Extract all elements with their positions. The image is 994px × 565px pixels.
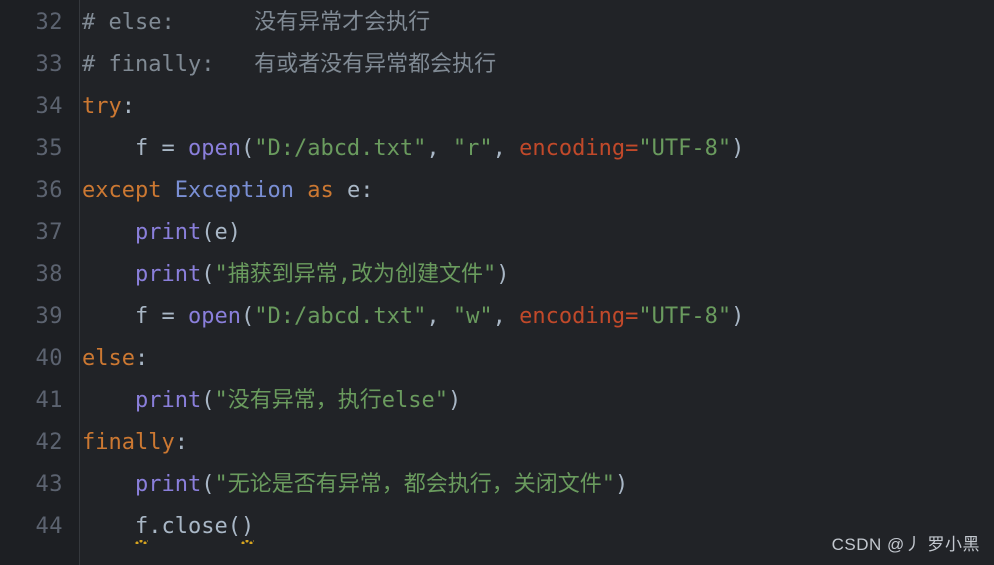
line-number[interactable]: 39: [0, 296, 80, 338]
paren-open: (: [201, 388, 215, 413]
builtin-print: print: [134, 262, 202, 287]
method-close: close: [161, 514, 228, 539]
code-line-43[interactable]: print("无论是否有异常，都会执行，关闭文件"): [82, 464, 994, 506]
string-encoding: "UTF-8": [638, 304, 732, 329]
line-number[interactable]: 42: [0, 422, 80, 464]
builtin-print: print: [134, 388, 202, 413]
variable-f: f: [134, 136, 149, 161]
colon-punct: :: [121, 94, 135, 119]
paren-close: ): [227, 220, 241, 245]
keyword-as: as: [307, 178, 334, 203]
string-mode: "r": [452, 136, 493, 161]
line-number-gutter[interactable]: 32 33 34 35 36 37 38 39 40 41 42 43 44: [0, 0, 80, 565]
paren-open: (: [201, 472, 215, 497]
line-number[interactable]: 41: [0, 380, 80, 422]
paren-open: (: [201, 262, 215, 287]
string-path: "D:/abcd.txt": [254, 136, 427, 161]
code-line-36[interactable]: except Exception as e:: [82, 170, 994, 212]
paren-close: ): [447, 388, 462, 413]
code-line-35[interactable]: f = open("D:/abcd.txt", "r", encoding="U…: [82, 128, 994, 170]
line-number[interactable]: 33: [0, 44, 80, 86]
line-number[interactable]: 35: [0, 128, 80, 170]
builtin-open: open: [187, 136, 241, 161]
paren-open: (: [240, 304, 255, 329]
paren-close: ): [731, 136, 745, 161]
paren-open: (: [227, 514, 241, 539]
code-line-32[interactable]: # else: 没有异常才会执行: [82, 2, 994, 44]
comma-punct: ,: [426, 136, 453, 161]
string-literal: "没有异常，执行else": [214, 388, 448, 413]
line-number[interactable]: 40: [0, 338, 80, 380]
paren-open: (: [201, 220, 215, 245]
class-exception: Exception: [174, 178, 294, 203]
string-path: "D:/abcd.txt": [254, 304, 427, 329]
line-number[interactable]: 34: [0, 86, 80, 128]
paren-close: ): [731, 304, 745, 329]
named-argument-encoding: encoding: [519, 304, 626, 329]
comma-punct: ,: [492, 136, 520, 161]
string-literal: "无论是否有异常，都会执行，关闭文件": [214, 472, 615, 497]
string-encoding: "UTF-8": [638, 136, 732, 161]
variable-e: e: [346, 178, 361, 203]
code-line-34[interactable]: try:: [82, 86, 994, 128]
builtin-print: print: [134, 472, 202, 497]
line-number[interactable]: 38: [0, 254, 80, 296]
keyword-try: try: [82, 94, 122, 119]
code-line-37[interactable]: print(e): [82, 212, 994, 254]
comma-punct: ,: [426, 304, 453, 329]
code-editor[interactable]: 32 33 34 35 36 37 38 39 40 41 42 43 44 #…: [0, 0, 994, 565]
equals-punct: =: [625, 136, 639, 161]
code-content-area[interactable]: # else: 没有异常才会执行 # finally: 有或者没有异常都会执行 …: [80, 0, 994, 565]
paren-open: (: [240, 136, 255, 161]
builtin-open: open: [187, 304, 241, 329]
csdn-watermark: CSDN @丿 罗小黑: [831, 535, 980, 554]
assignment-operator: =: [148, 136, 188, 161]
code-line-41[interactable]: print("没有异常，执行else"): [82, 380, 994, 422]
equals-punct: =: [625, 304, 639, 329]
variable-f-error-squiggle: f: [134, 506, 149, 548]
comma-punct: ,: [492, 304, 520, 329]
line-number[interactable]: 37: [0, 212, 80, 254]
line-number[interactable]: 32: [0, 2, 80, 44]
keyword-else: else: [82, 346, 135, 371]
paren-close: ): [614, 472, 629, 497]
colon-punct: :: [360, 178, 374, 203]
colon-punct: :: [174, 430, 188, 455]
variable-f: f: [134, 304, 149, 329]
string-literal: "捕获到异常,改为创建文件": [214, 262, 497, 287]
keyword-finally: finally: [82, 430, 175, 455]
comment-token: # finally: 有或者没有异常都会执行: [82, 52, 497, 77]
named-argument-encoding: encoding: [519, 136, 626, 161]
keyword-except: except: [82, 178, 162, 203]
colon-punct: :: [134, 346, 149, 371]
paren-close-error-squiggle: ): [240, 506, 255, 548]
comment-token: # else: 没有异常才会执行: [82, 10, 431, 35]
paren-close: ): [496, 262, 510, 287]
code-line-38[interactable]: print("捕获到异常,改为创建文件"): [82, 254, 994, 296]
line-number[interactable]: 36: [0, 170, 80, 212]
assignment-operator: =: [148, 304, 188, 329]
code-line-33[interactable]: # finally: 有或者没有异常都会执行: [82, 44, 994, 86]
builtin-print: print: [134, 220, 202, 245]
line-number[interactable]: 44: [0, 506, 80, 548]
code-line-40[interactable]: else:: [82, 338, 994, 380]
string-mode: "w": [452, 304, 493, 329]
code-line-39[interactable]: f = open("D:/abcd.txt", "w", encoding="U…: [82, 296, 994, 338]
dot-punct: .: [148, 514, 162, 539]
line-number[interactable]: 43: [0, 464, 80, 506]
variable-e: e: [214, 220, 228, 245]
code-line-42[interactable]: finally:: [82, 422, 994, 464]
